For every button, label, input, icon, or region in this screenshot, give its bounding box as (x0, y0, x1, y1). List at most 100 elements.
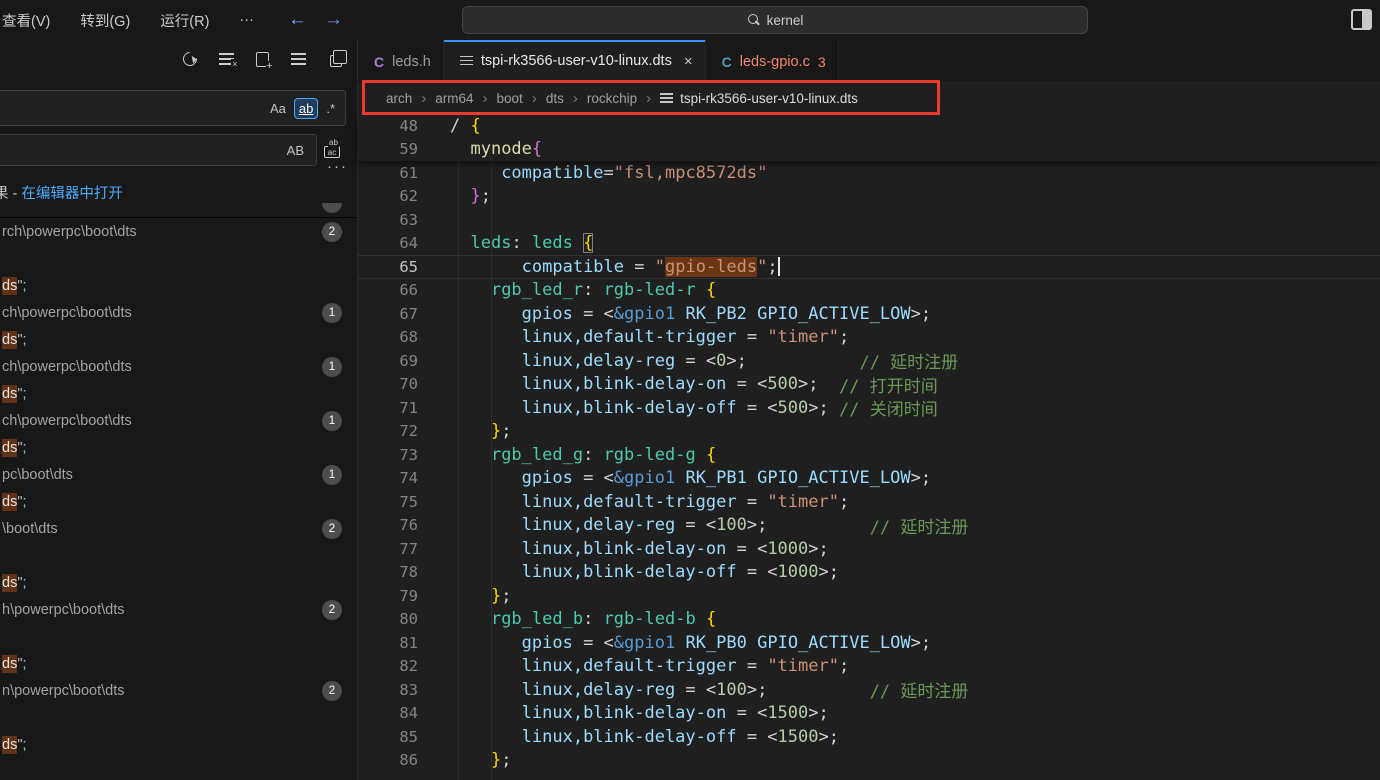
code-token: "timer" (767, 327, 839, 347)
code-line-84[interactable]: 84 linux,blink-delay-on = <1500>; (358, 702, 1380, 726)
code-token: rgb_led_g (491, 445, 583, 465)
line-number: 74 (358, 469, 450, 487)
breadcrumb-segment[interactable]: arm64 (435, 91, 473, 106)
match-count-badge (322, 203, 342, 213)
line-number: 48 (358, 117, 450, 135)
result-match-row[interactable]: ds"; (0, 326, 357, 353)
code-line-65[interactable]: 65 compatible = "gpio-leds"; (358, 255, 1380, 279)
match-case-icon[interactable]: Aa (266, 99, 290, 118)
result-file-row[interactable]: ch\powerpc\boot\dts1 (0, 353, 357, 380)
code-line-76[interactable]: 76 linux,delay-reg = <100>; // 延时注册 (358, 514, 1380, 538)
breadcrumb-segment[interactable]: arch (386, 91, 412, 106)
code-token: linux,blink-delay-on (522, 539, 727, 559)
code-line-77[interactable]: 77 linux,blink-delay-on = <1000>; (358, 537, 1380, 561)
code-line-83[interactable]: 83 linux,delay-reg = <100>; // 延时注册 (358, 678, 1380, 702)
code-token: 1000 (778, 562, 819, 582)
result-file-row[interactable]: h\powerpc\boot\dts2 (0, 596, 357, 623)
new-search-editor-icon[interactable] (251, 48, 273, 70)
code-token: = < (737, 398, 778, 418)
line-content: }; (450, 420, 1380, 444)
code-line-86[interactable]: 86 }; (358, 749, 1380, 773)
menu-item[interactable]: ··· (239, 12, 254, 28)
code-line-67[interactable]: 67 gpios = <&gpio1 RK_PB2 GPIO_ACTIVE_LO… (358, 302, 1380, 326)
whole-word-icon[interactable]: ab (294, 98, 318, 119)
breadcrumb-segment[interactable]: rockchip (587, 91, 637, 106)
expand-all-icon[interactable] (287, 48, 309, 70)
code-line-61[interactable]: 61 compatible="fsl,mpc8572ds" (358, 161, 1380, 185)
back-arrow-icon[interactable]: ← (288, 0, 307, 40)
result-match-row[interactable]: ds"; (0, 380, 357, 407)
code-line-62[interactable]: 62 }; (358, 185, 1380, 209)
code-line-82[interactable]: 82 linux,default-trigger = "timer"; (358, 655, 1380, 679)
collapse-all-icon[interactable] (323, 48, 345, 70)
result-file-row[interactable]: n\powerpc\boot\dts2 (0, 677, 357, 704)
code-token: >; (808, 539, 828, 559)
result-file-row[interactable]: \boot\dts2 (0, 515, 357, 542)
code-line-59[interactable]: 59 mynode{ (358, 138, 1380, 162)
forward-arrow-icon[interactable]: → (324, 0, 343, 40)
code-line-81[interactable]: 81 gpios = <&gpio1 RK_PB0 GPIO_ACTIVE_LO… (358, 631, 1380, 655)
line-content: rgb_led_r: rgb-led-r { (450, 279, 1380, 303)
code-line-68[interactable]: 68 linux,default-trigger = "timer"; (358, 326, 1380, 350)
result-file-row[interactable]: ch\powerpc\boot\dts1 (0, 299, 357, 326)
code-line-64[interactable]: 64 leds: leds { (358, 232, 1380, 256)
open-in-editor-link[interactable]: 在编辑器中打开 (21, 186, 123, 202)
result-file-row[interactable]: rch\powerpc\boot\dts2 (0, 218, 357, 245)
menu-item[interactable]: 查看(V) (2, 10, 50, 31)
result-match-row[interactable]: ds"; (0, 569, 357, 596)
code-token: ; (767, 257, 777, 277)
breadcrumb-file[interactable]: tspi-rk3566-user-v10-linux.dts (680, 91, 858, 106)
code-line-74[interactable]: 74 gpios = <&gpio1 RK_PB1 GPIO_ACTIVE_LO… (358, 467, 1380, 491)
code-line-69[interactable]: 69 linux,delay-reg = <0>; // 延时注册 (358, 349, 1380, 373)
code-line-66[interactable]: 66 rgb_led_r: rgb-led-r { (358, 279, 1380, 303)
code-line-80[interactable]: 80 rgb_led_b: rgb-led-b { (358, 608, 1380, 632)
result-match-row[interactable]: ds"; (0, 650, 357, 677)
line-content: linux,blink-delay-off = <1500>; (450, 725, 1380, 749)
result-match-row[interactable]: ds"; (0, 731, 357, 758)
code-line-79[interactable]: 79 }; (358, 584, 1380, 608)
code-token: = < (675, 680, 716, 700)
code-editor[interactable]: 48/ {59 mynode{ 61 compatible="fsl,mpc85… (358, 114, 1380, 780)
toggle-search-details-icon[interactable]: ··· (327, 158, 348, 175)
tab-tspi-rk3566-user-v10-linux.dts[interactable]: tspi-rk3566-user-v10-linux.dts× (444, 40, 706, 83)
code-line-72[interactable]: 72 }; (358, 420, 1380, 444)
code-line-63[interactable]: 63 (358, 208, 1380, 232)
code-token: = < (573, 304, 614, 324)
clear-results-icon[interactable]: × (215, 48, 237, 70)
result-match-row-empty (0, 542, 357, 569)
tab-leds.h[interactable]: Cleds.h (358, 40, 444, 83)
code-line-75[interactable]: 75 linux,default-trigger = "timer"; (358, 490, 1380, 514)
line-number: 85 (358, 728, 450, 746)
replace-input[interactable]: AB (0, 134, 317, 166)
menu-item[interactable]: 转到(G) (80, 10, 130, 31)
search-input[interactable]: kernel (462, 6, 1088, 34)
toggle-panel-icon[interactable] (1351, 9, 1372, 30)
result-match-row[interactable]: ds"; (0, 488, 357, 515)
code-token: mynode (470, 139, 531, 159)
code-line-48[interactable]: 48/ { (358, 114, 1380, 138)
result-match-row[interactable]: ds"; (0, 272, 357, 299)
code-line-70[interactable]: 70 linux,blink-delay-on = <500>; // 打开时间 (358, 373, 1380, 397)
breadcrumb-segment[interactable]: boot (497, 91, 523, 106)
code-token (450, 374, 522, 394)
code-token: "fsl,mpc8572ds" (614, 163, 768, 183)
refresh-icon[interactable] (179, 48, 201, 70)
code-line-73[interactable]: 73 rgb_led_g: rgb-led-g { (358, 443, 1380, 467)
menu-item[interactable]: 运行(R) (160, 10, 209, 31)
result-file-row[interactable]: ch\powerpc\boot\dts1 (0, 407, 357, 434)
breadcrumb-segment[interactable]: dts (546, 91, 564, 106)
tab-leds-gpio.c[interactable]: Cleds-gpio.c3 (706, 40, 839, 83)
result-match-row[interactable]: ds"; (0, 434, 357, 461)
close-icon[interactable]: × (684, 53, 693, 70)
code-token: = (737, 492, 768, 512)
line-content: rgb_led_b: rgb-led-b { (450, 608, 1380, 632)
code-line-71[interactable]: 71 linux,blink-delay-off = <500>; // 关闭时… (358, 396, 1380, 420)
regex-icon[interactable]: .* (322, 99, 339, 118)
code-line-85[interactable]: 85 linux,blink-delay-off = <1500>; (358, 725, 1380, 749)
search-query-input[interactable]: Aa ab .* (0, 90, 346, 126)
code-token (696, 445, 706, 465)
preserve-case-icon[interactable]: AB (283, 141, 308, 160)
code-line-78[interactable]: 78 linux,blink-delay-off = <1000>; (358, 561, 1380, 585)
result-file-row[interactable]: pc\boot\dts1 (0, 461, 357, 488)
chevron-right-icon: › (421, 90, 426, 107)
